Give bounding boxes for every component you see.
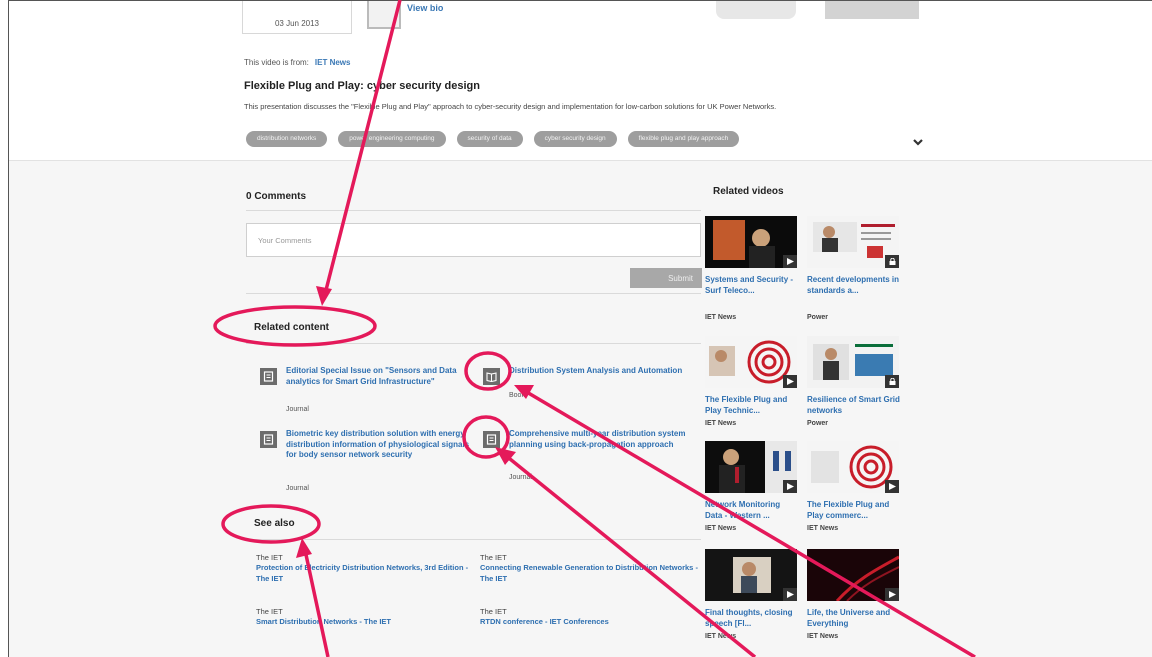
see-also-source: The IET bbox=[480, 607, 507, 616]
video-channel: Power bbox=[807, 314, 829, 321]
related-content-link[interactable]: Biometric key distribution solution with… bbox=[286, 429, 476, 461]
video-description: This presentation discusses the "Flexibl… bbox=[244, 102, 777, 111]
see-also-title: See also bbox=[254, 518, 295, 529]
related-content-link[interactable]: Editorial Special Issue on "Sensors and … bbox=[286, 366, 476, 387]
video-source: This video is from: IET News bbox=[244, 58, 350, 67]
play-icon bbox=[885, 480, 899, 493]
publish-date: 03 Jun 2013 bbox=[274, 19, 320, 28]
tag[interactable]: security of data bbox=[456, 131, 523, 147]
lock-icon bbox=[885, 375, 899, 388]
video-thumbnail[interactable] bbox=[705, 216, 797, 268]
see-also-link[interactable]: Smart Distribution Networks - The IET bbox=[256, 617, 476, 628]
tag[interactable]: power engineering computing bbox=[338, 131, 446, 147]
chevron-down-icon[interactable] bbox=[912, 137, 924, 147]
video-title: Flexible Plug and Play: cyber security d… bbox=[244, 80, 480, 92]
divider bbox=[246, 343, 701, 344]
content-type: Journal bbox=[286, 485, 309, 492]
video-channel: IET News bbox=[705, 420, 737, 427]
see-also-link[interactable]: Protection of Electricity Distribution N… bbox=[256, 563, 476, 584]
content-type: Journal bbox=[286, 406, 309, 413]
tag[interactable]: distribution networks bbox=[246, 131, 328, 147]
journal-icon bbox=[260, 368, 277, 385]
see-also-link[interactable]: Connecting Renewable Generation to Distr… bbox=[480, 563, 700, 584]
related-video-title[interactable]: Recent developments in standards a... bbox=[807, 274, 901, 296]
video-channel: IET News bbox=[807, 525, 839, 532]
video-thumbnail[interactable] bbox=[705, 441, 797, 493]
divider bbox=[246, 293, 701, 294]
see-also-link[interactable]: RTDN conference - IET Conferences bbox=[480, 617, 700, 628]
video-channel: IET News bbox=[705, 525, 737, 532]
date-box: 03 Jun 2013 bbox=[242, 1, 352, 34]
comment-input[interactable] bbox=[246, 223, 701, 257]
play-icon bbox=[783, 588, 797, 601]
content-type: Journal bbox=[509, 474, 532, 481]
journal-icon bbox=[483, 431, 500, 448]
related-video-title[interactable]: Life, the Universe and Everything bbox=[807, 607, 901, 629]
share-button[interactable] bbox=[716, 1, 796, 19]
related-video-title[interactable]: Systems and Security - Surf Teleco... bbox=[705, 274, 799, 296]
source-prefix: This video is from: bbox=[244, 58, 309, 67]
play-icon bbox=[783, 375, 797, 388]
related-videos-title: Related videos bbox=[713, 186, 784, 197]
see-also-source: The IET bbox=[256, 607, 283, 616]
lock-icon bbox=[885, 255, 899, 268]
play-icon bbox=[885, 588, 899, 601]
see-also-source: The IET bbox=[480, 553, 507, 562]
follow-button[interactable] bbox=[825, 1, 919, 19]
related-content-link[interactable]: Comprehensive multi-year distribution sy… bbox=[509, 429, 699, 450]
related-video-title[interactable]: The Flexible Plug and Play commerc... bbox=[807, 499, 901, 521]
video-channel: IET News bbox=[705, 314, 737, 321]
journal-icon bbox=[260, 431, 277, 448]
related-content-link[interactable]: Distribution System Analysis and Automat… bbox=[509, 366, 699, 377]
source-link[interactable]: IET News bbox=[315, 58, 351, 67]
page-frame: 03 Jun 2013 View bio This video is from:… bbox=[8, 0, 1152, 657]
submit-button[interactable]: Submit bbox=[630, 268, 702, 288]
see-also-item: The IET Connecting Renewable Generation … bbox=[480, 553, 700, 584]
content-type: Book bbox=[509, 392, 525, 399]
view-bio-link[interactable]: View bio bbox=[407, 3, 443, 13]
related-video-title[interactable]: Resilience of Smart Grid networks bbox=[807, 394, 901, 416]
see-also-source: The IET bbox=[256, 553, 283, 562]
see-also-item: The IET Smart Distribution Networks - Th… bbox=[256, 607, 476, 628]
related-video-title[interactable]: The Flexible Plug and Play Technic... bbox=[705, 394, 799, 416]
video-thumbnail[interactable] bbox=[705, 336, 797, 388]
divider bbox=[246, 210, 701, 211]
video-info-panel: 03 Jun 2013 View bio This video is from:… bbox=[9, 1, 1152, 161]
divider bbox=[246, 539, 701, 540]
video-thumbnail[interactable] bbox=[807, 549, 899, 601]
video-channel: Power bbox=[807, 420, 829, 427]
see-also-item: The IET Protection of Electricity Distri… bbox=[256, 553, 476, 584]
related-video-title[interactable]: Network Monitoring Data - Western ... bbox=[705, 499, 799, 521]
related-content-title: Related content bbox=[254, 322, 330, 333]
video-thumbnail[interactable] bbox=[807, 216, 899, 268]
video-thumbnail[interactable] bbox=[807, 336, 899, 388]
video-thumbnail[interactable] bbox=[705, 549, 797, 601]
play-icon bbox=[783, 255, 797, 268]
video-channel: IET News bbox=[807, 633, 839, 640]
related-video-title[interactable]: Final thoughts, closing speech [Fl... bbox=[705, 607, 799, 629]
play-icon bbox=[783, 480, 797, 493]
tag-list: distribution networks power engineering … bbox=[246, 131, 740, 147]
see-also-item: The IET RTDN conference - IET Conference… bbox=[480, 607, 700, 628]
tag[interactable]: cyber security design bbox=[533, 131, 617, 147]
book-icon bbox=[483, 368, 500, 385]
comments-title: 0 Comments bbox=[246, 191, 307, 202]
avatar[interactable] bbox=[367, 1, 401, 29]
video-thumbnail[interactable] bbox=[807, 441, 899, 493]
tag[interactable]: flexible plug and play approach bbox=[627, 131, 740, 147]
video-channel: IET News bbox=[705, 633, 737, 640]
